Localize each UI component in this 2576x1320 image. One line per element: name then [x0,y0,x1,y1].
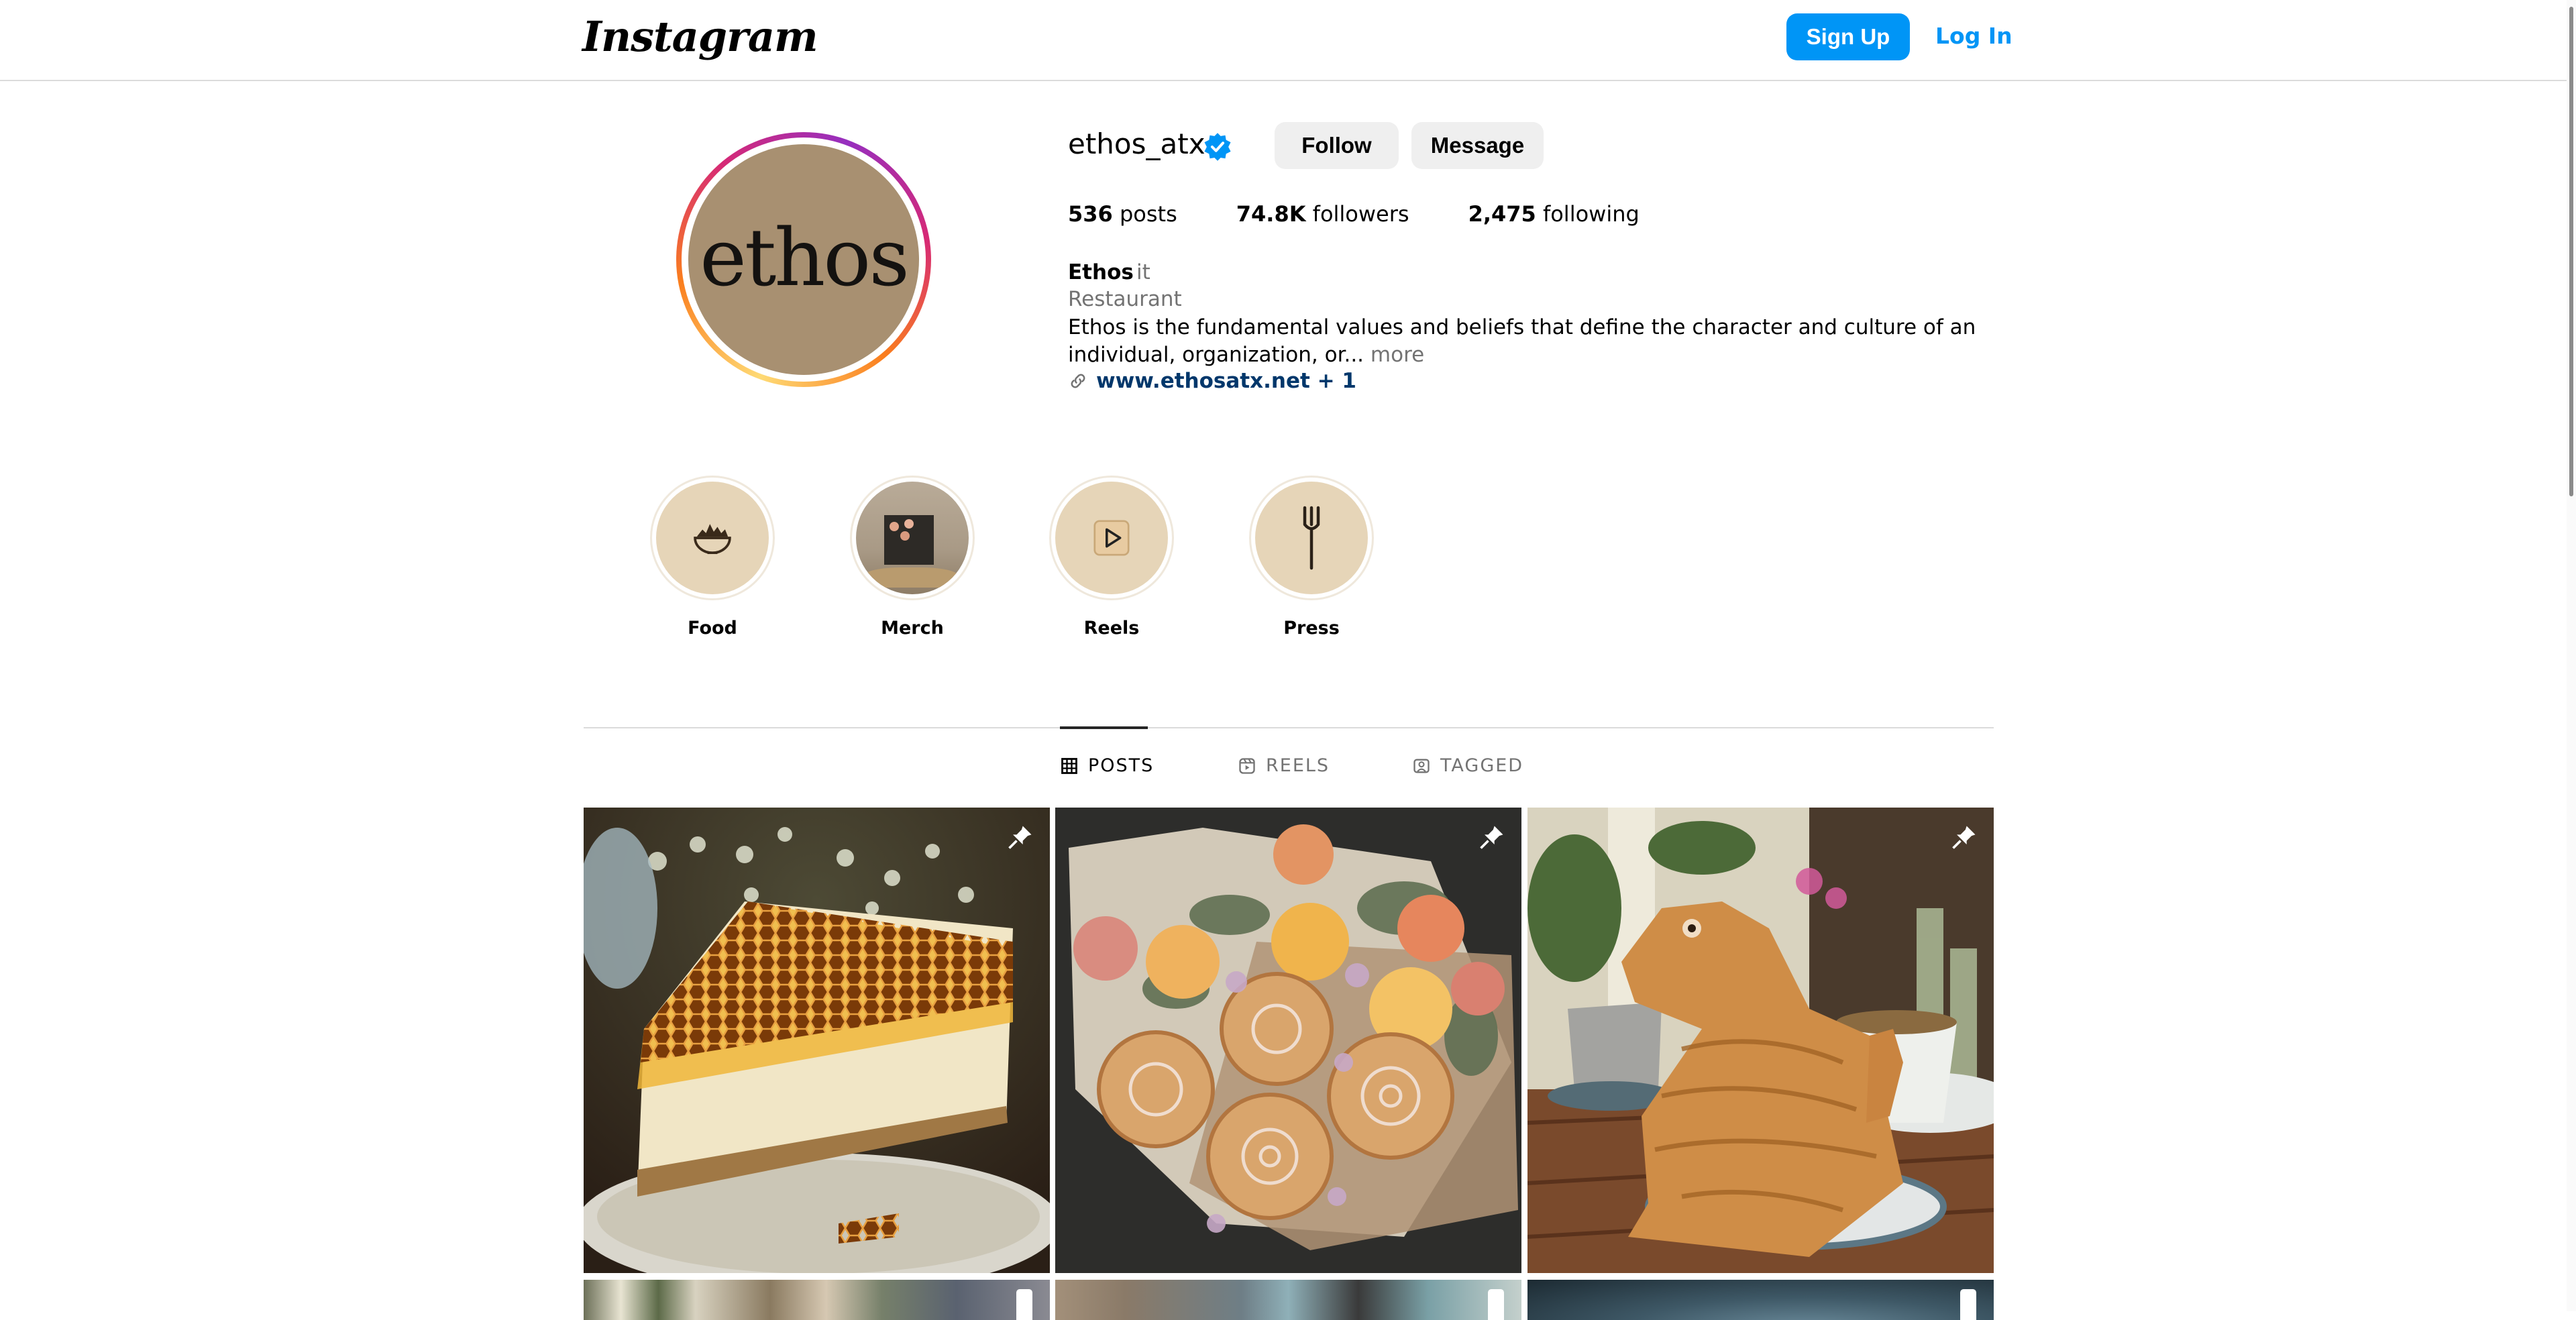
active-tab-indicator [1060,726,1148,729]
stat-following-label: following [1542,201,1640,227]
tab-label: TAGGED [1440,755,1524,776]
post-tile[interactable] [1527,808,1994,1273]
post-image-cheesecake [584,808,1050,1273]
fork-icon [1303,506,1320,570]
avatar[interactable]: ethos [688,144,919,375]
stat-followers-label: followers [1312,201,1409,227]
play-icon [1093,520,1130,556]
highlight-label: Food [688,618,737,639]
link-text[interactable]: www.ethosatx.net + 1 [1096,369,1356,393]
stat-followers-value: 74.8K [1236,201,1306,227]
stat-posts-label: posts [1119,201,1177,227]
bio-more-link[interactable]: more [1371,343,1424,367]
tagged-icon [1413,759,1430,773]
message-button[interactable]: Message [1411,122,1544,169]
tab-tagged[interactable]: TAGGED [1412,755,1523,776]
external-link[interactable]: www.ethosatx.net + 1 [1068,369,1356,393]
tab-posts[interactable]: POSTS [1060,755,1154,776]
highlight-label: Merch [881,618,944,639]
link-icon [1071,374,1085,388]
username: ethos_atx [1068,127,1205,160]
merch-poster [884,515,934,565]
stat-following[interactable]: 2,475 following [1468,201,1640,227]
highlight-ring [650,476,775,600]
highlight-cover [656,482,769,594]
tab-reels[interactable]: REELS [1238,755,1330,776]
bowl-icon [694,524,731,555]
scrollbar-thumb[interactable] [2569,7,2573,496]
post-tile[interactable] [1055,808,1521,1273]
avatar-logo-text: ethos [700,211,910,304]
tab-label: REELS [1266,755,1330,776]
multi-post-icon [1960,1289,1976,1320]
highlight-merch[interactable]: Merch [845,476,979,639]
post-image-croissant-dinosaur [1527,808,1994,1273]
bio-body: Ethos is the fundamental values and beli… [1068,315,1976,367]
highlight-food[interactable]: Food [645,476,780,639]
follow-button[interactable]: Follow [1275,122,1399,169]
highlight-cover [1055,482,1168,594]
stat-following-value: 2,475 [1468,201,1536,227]
highlight-ring [850,476,975,600]
bio-text: Ethos is the fundamental values and beli… [1068,314,1994,369]
reels-icon [1239,757,1255,774]
tab-label: POSTS [1088,755,1155,776]
grid-icon [1061,757,1077,774]
highlight-label: Press [1283,618,1340,639]
highlight-ring [1049,476,1174,600]
highlight-label: Reels [1083,618,1140,639]
tabs-divider [584,727,1994,728]
log-in-link[interactable]: Log In [1935,23,2012,49]
highlight-press[interactable]: Press [1244,476,1379,639]
multi-post-icon [1016,1289,1032,1320]
pronouns: it [1136,260,1150,284]
multi-post-icon [1488,1289,1504,1320]
post-tile[interactable] [584,808,1050,1273]
highlight-cover [1255,482,1368,594]
instagram-logo[interactable]: Instagram [582,12,818,61]
pinned-icon [1952,826,1976,849]
post-tile[interactable] [1055,1280,1521,1320]
post-tile[interactable] [584,1280,1050,1320]
merch-photo [856,482,969,594]
post-image-bouquet [1055,808,1521,1273]
top-nav-bar [0,0,2576,81]
profile-stats: 536 posts 74.8K followers 2,475 followin… [1068,201,1699,227]
full-name: Ethos [1068,260,1134,284]
sign-up-button[interactable]: Sign Up [1786,13,1910,60]
stat-posts: 536 posts [1068,201,1177,227]
post-tile[interactable] [1527,1280,1994,1320]
stat-followers[interactable]: 74.8K followers [1236,201,1409,227]
pinned-icon [1480,826,1503,849]
highlight-reels[interactable]: Reels [1044,476,1179,639]
category-label: Restaurant [1068,287,1182,311]
highlight-ring [1249,476,1374,600]
pinned-icon [1008,826,1032,849]
verified-badge-icon [1204,133,1231,161]
stat-posts-value: 536 [1068,201,1113,227]
